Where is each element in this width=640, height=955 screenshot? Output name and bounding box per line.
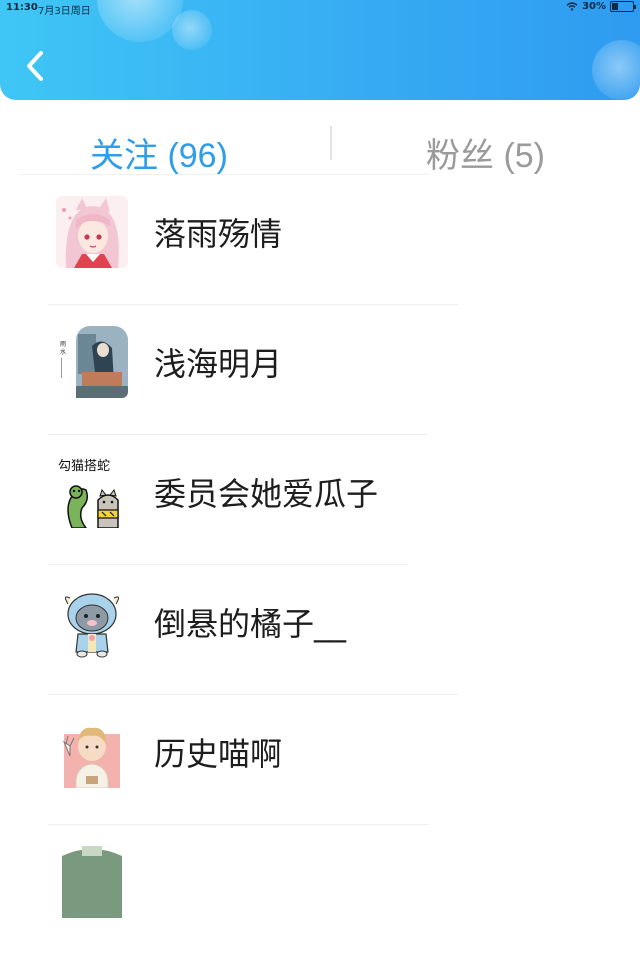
user-list: 落雨殇情 雨 水 浅海明月 勾猫搭蛇 委员会她爱瓜子 倒悬的橘子__ 历史喵啊: [0, 175, 640, 955]
list-item[interactable]: [0, 825, 640, 955]
snake-cartoon-avatar[interactable]: 勾猫搭蛇: [56, 456, 128, 528]
cow-costume-cat-avatar[interactable]: [56, 586, 128, 658]
list-item[interactable]: 倒悬的橘子__: [0, 565, 640, 695]
list-item[interactable]: 雨 水 浅海明月: [0, 305, 640, 435]
tab-fans[interactable]: 粉丝 (5): [426, 128, 545, 177]
list-item[interactable]: 勾猫搭蛇 委员会她爱瓜子: [0, 435, 640, 565]
list-item[interactable]: 历史喵啊: [0, 695, 640, 825]
user-name[interactable]: 历史喵啊: [154, 729, 282, 775]
status-time: 11:30: [6, 2, 38, 13]
battery-percent: 30%: [582, 1, 606, 12]
status-right: 30%: [566, 1, 636, 12]
svg-text:勾猫搭蛇: 勾猫搭蛇: [58, 458, 110, 474]
svg-text:水: 水: [60, 348, 66, 356]
user-avatar[interactable]: [56, 846, 128, 918]
user-name[interactable]: 倒悬的橘子__: [154, 599, 346, 645]
back-chevron-icon[interactable]: [20, 46, 50, 86]
tab-divider: [330, 126, 332, 160]
user-name[interactable]: 落雨殇情: [154, 209, 282, 255]
decor-bubble: [592, 40, 640, 100]
illustration-book-avatar[interactable]: 雨 水: [56, 326, 128, 398]
list-item[interactable]: 落雨殇情: [0, 175, 640, 305]
status-date: 7月3日周日: [38, 6, 91, 17]
user-name[interactable]: 委员会她爱瓜子: [154, 469, 378, 515]
tab-following[interactable]: 关注 (96): [90, 128, 228, 177]
battery-icon: [610, 1, 636, 12]
pink-hair-girl-avatar[interactable]: [56, 196, 128, 268]
svg-text:雨: 雨: [60, 341, 66, 348]
decor-bubble: [172, 10, 212, 50]
user-name[interactable]: 浅海明月: [154, 339, 282, 385]
status-bar: 11:30 7月3日周日 30%: [0, 0, 640, 17]
app-header: 11:30 7月3日周日 30%: [0, 0, 640, 100]
follow-tabs: 关注 (96) 粉丝 (5): [0, 112, 640, 175]
wifi-icon: [566, 2, 578, 11]
boy-with-cat-avatar[interactable]: [56, 716, 128, 788]
